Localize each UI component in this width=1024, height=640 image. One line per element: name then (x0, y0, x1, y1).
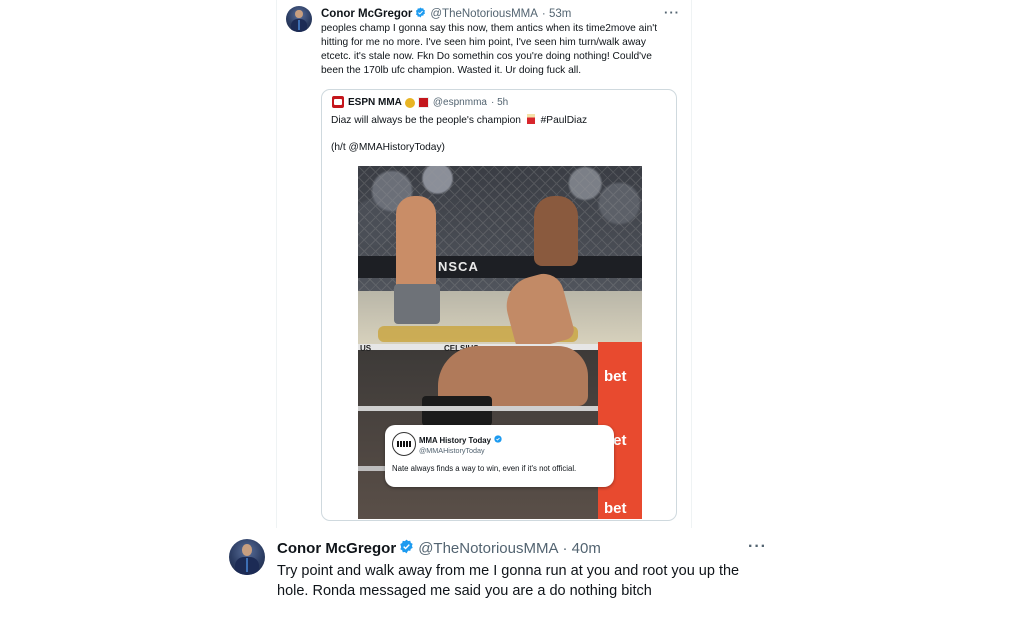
author-handle[interactable]: @TheNotoriousMMA (418, 540, 558, 557)
author-name[interactable]: Conor McGregor (321, 8, 412, 20)
embedded-tweet-text: Nate always finds a way to win, even if … (392, 464, 577, 473)
fighter-figure (534, 196, 578, 266)
sponsor-text: bet (604, 500, 627, 517)
popcorn-icon (526, 114, 535, 124)
fighter-shorts (422, 396, 492, 426)
tweet-text: Try point and walk away from me I gonna … (277, 563, 740, 599)
tweet-time[interactable]: · 53m (542, 8, 571, 20)
quote-text-body: Diaz will always be the people's champio… (331, 115, 521, 126)
rope-text: US (360, 344, 372, 353)
avatar-tie (245, 557, 249, 573)
verified-badge-icon (494, 435, 502, 445)
avatar[interactable] (286, 6, 312, 32)
quote-header: ESPN MMA @espnmma · 5h (348, 96, 508, 109)
embedded-author: MMA History Today (419, 435, 502, 445)
tweet-text: peoples champ I gonna say this now, them… (321, 23, 658, 76)
espn-avatar[interactable] (332, 96, 344, 108)
avatar-tie (297, 19, 301, 30)
more-options-icon[interactable]: ··· (664, 5, 680, 20)
avatar[interactable] (229, 539, 265, 575)
mma-history-avatar (392, 432, 416, 456)
banner-text: NSCA (438, 259, 479, 274)
tweet-header: Conor McGregor @TheNotoriousMMA · 53m (321, 7, 571, 21)
embedded-author-handle: @MMAHistoryToday (419, 446, 485, 455)
affiliate-badge-icon (417, 97, 429, 108)
sponsor-text: bet (604, 368, 627, 385)
more-options-icon[interactable]: ··· (748, 538, 767, 556)
fighter-shorts (394, 284, 440, 324)
verified-badge-icon (415, 7, 426, 21)
tweet-time[interactable]: · 40m (562, 540, 600, 557)
avatar-head (241, 544, 253, 557)
avatar-head (295, 9, 303, 19)
quote-author-name[interactable]: ESPN MMA (348, 97, 402, 108)
quote-author-handle[interactable]: @espnmma (433, 97, 487, 108)
quote-text: Diaz will always be the people's champio… (331, 114, 587, 126)
quote-credit: (h/t @MMAHistoryToday) (331, 142, 445, 153)
author-name[interactable]: Conor McGregor (277, 540, 396, 557)
quote-time[interactable]: · 5h (491, 97, 508, 108)
tweet-header: Conor McGregor @TheNotoriousMMA · 40m (277, 539, 601, 557)
hashtag-link[interactable]: #PaulDiaz (541, 115, 587, 126)
author-handle[interactable]: @TheNotoriousMMA (430, 8, 538, 20)
gold-verified-icon (404, 97, 415, 108)
embedded-author-name: MMA History Today (419, 435, 491, 445)
verified-badge-icon (399, 539, 414, 558)
